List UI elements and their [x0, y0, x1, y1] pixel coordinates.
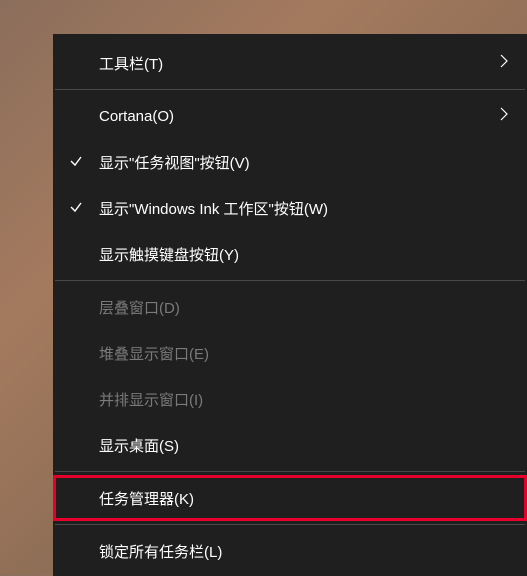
- chevron-right-icon: [499, 107, 509, 125]
- menu-item-cascade: 层叠窗口(D): [53, 284, 527, 330]
- menu-label: 任务管理器(K): [99, 488, 194, 509]
- menu-item-task-view[interactable]: 显示"任务视图"按钮(V): [53, 139, 527, 185]
- checkmark-icon: [69, 200, 83, 217]
- menu-item-cortana[interactable]: Cortana(O): [53, 93, 527, 139]
- menu-item-show-desktop[interactable]: 显示桌面(S): [53, 422, 527, 468]
- taskbar-context-menu: 工具栏(T) Cortana(O) 显示"任务视图"按钮(V) 显示"Windo…: [53, 34, 527, 576]
- menu-label: 工具栏(T): [99, 53, 163, 74]
- divider: [55, 89, 525, 90]
- menu-item-stack: 堆叠显示窗口(E): [53, 330, 527, 376]
- menu-label: 显示触摸键盘按钮(Y): [99, 244, 239, 265]
- menu-label: 层叠窗口(D): [99, 297, 180, 318]
- divider: [55, 280, 525, 281]
- menu-item-lock-taskbars[interactable]: 锁定所有任务栏(L): [53, 528, 527, 574]
- menu-item-windows-ink[interactable]: 显示"Windows Ink 工作区"按钮(W): [53, 185, 527, 231]
- divider: [55, 471, 525, 472]
- menu-label: 并排显示窗口(I): [99, 389, 203, 410]
- menu-item-task-manager[interactable]: 任务管理器(K): [53, 475, 527, 521]
- menu-label: 锁定所有任务栏(L): [99, 541, 222, 562]
- menu-label: Cortana(O): [99, 108, 174, 125]
- menu-label: 显示"任务视图"按钮(V): [99, 152, 250, 173]
- menu-label: 显示"Windows Ink 工作区"按钮(W): [99, 198, 328, 219]
- menu-item-toolbars[interactable]: 工具栏(T): [53, 40, 527, 86]
- menu-label: 堆叠显示窗口(E): [99, 343, 209, 364]
- chevron-right-icon: [499, 54, 509, 72]
- menu-item-sidebyside: 并排显示窗口(I): [53, 376, 527, 422]
- menu-label: 显示桌面(S): [99, 435, 179, 456]
- divider: [55, 524, 525, 525]
- checkmark-icon: [69, 154, 83, 171]
- menu-item-touch-keyboard[interactable]: 显示触摸键盘按钮(Y): [53, 231, 527, 277]
